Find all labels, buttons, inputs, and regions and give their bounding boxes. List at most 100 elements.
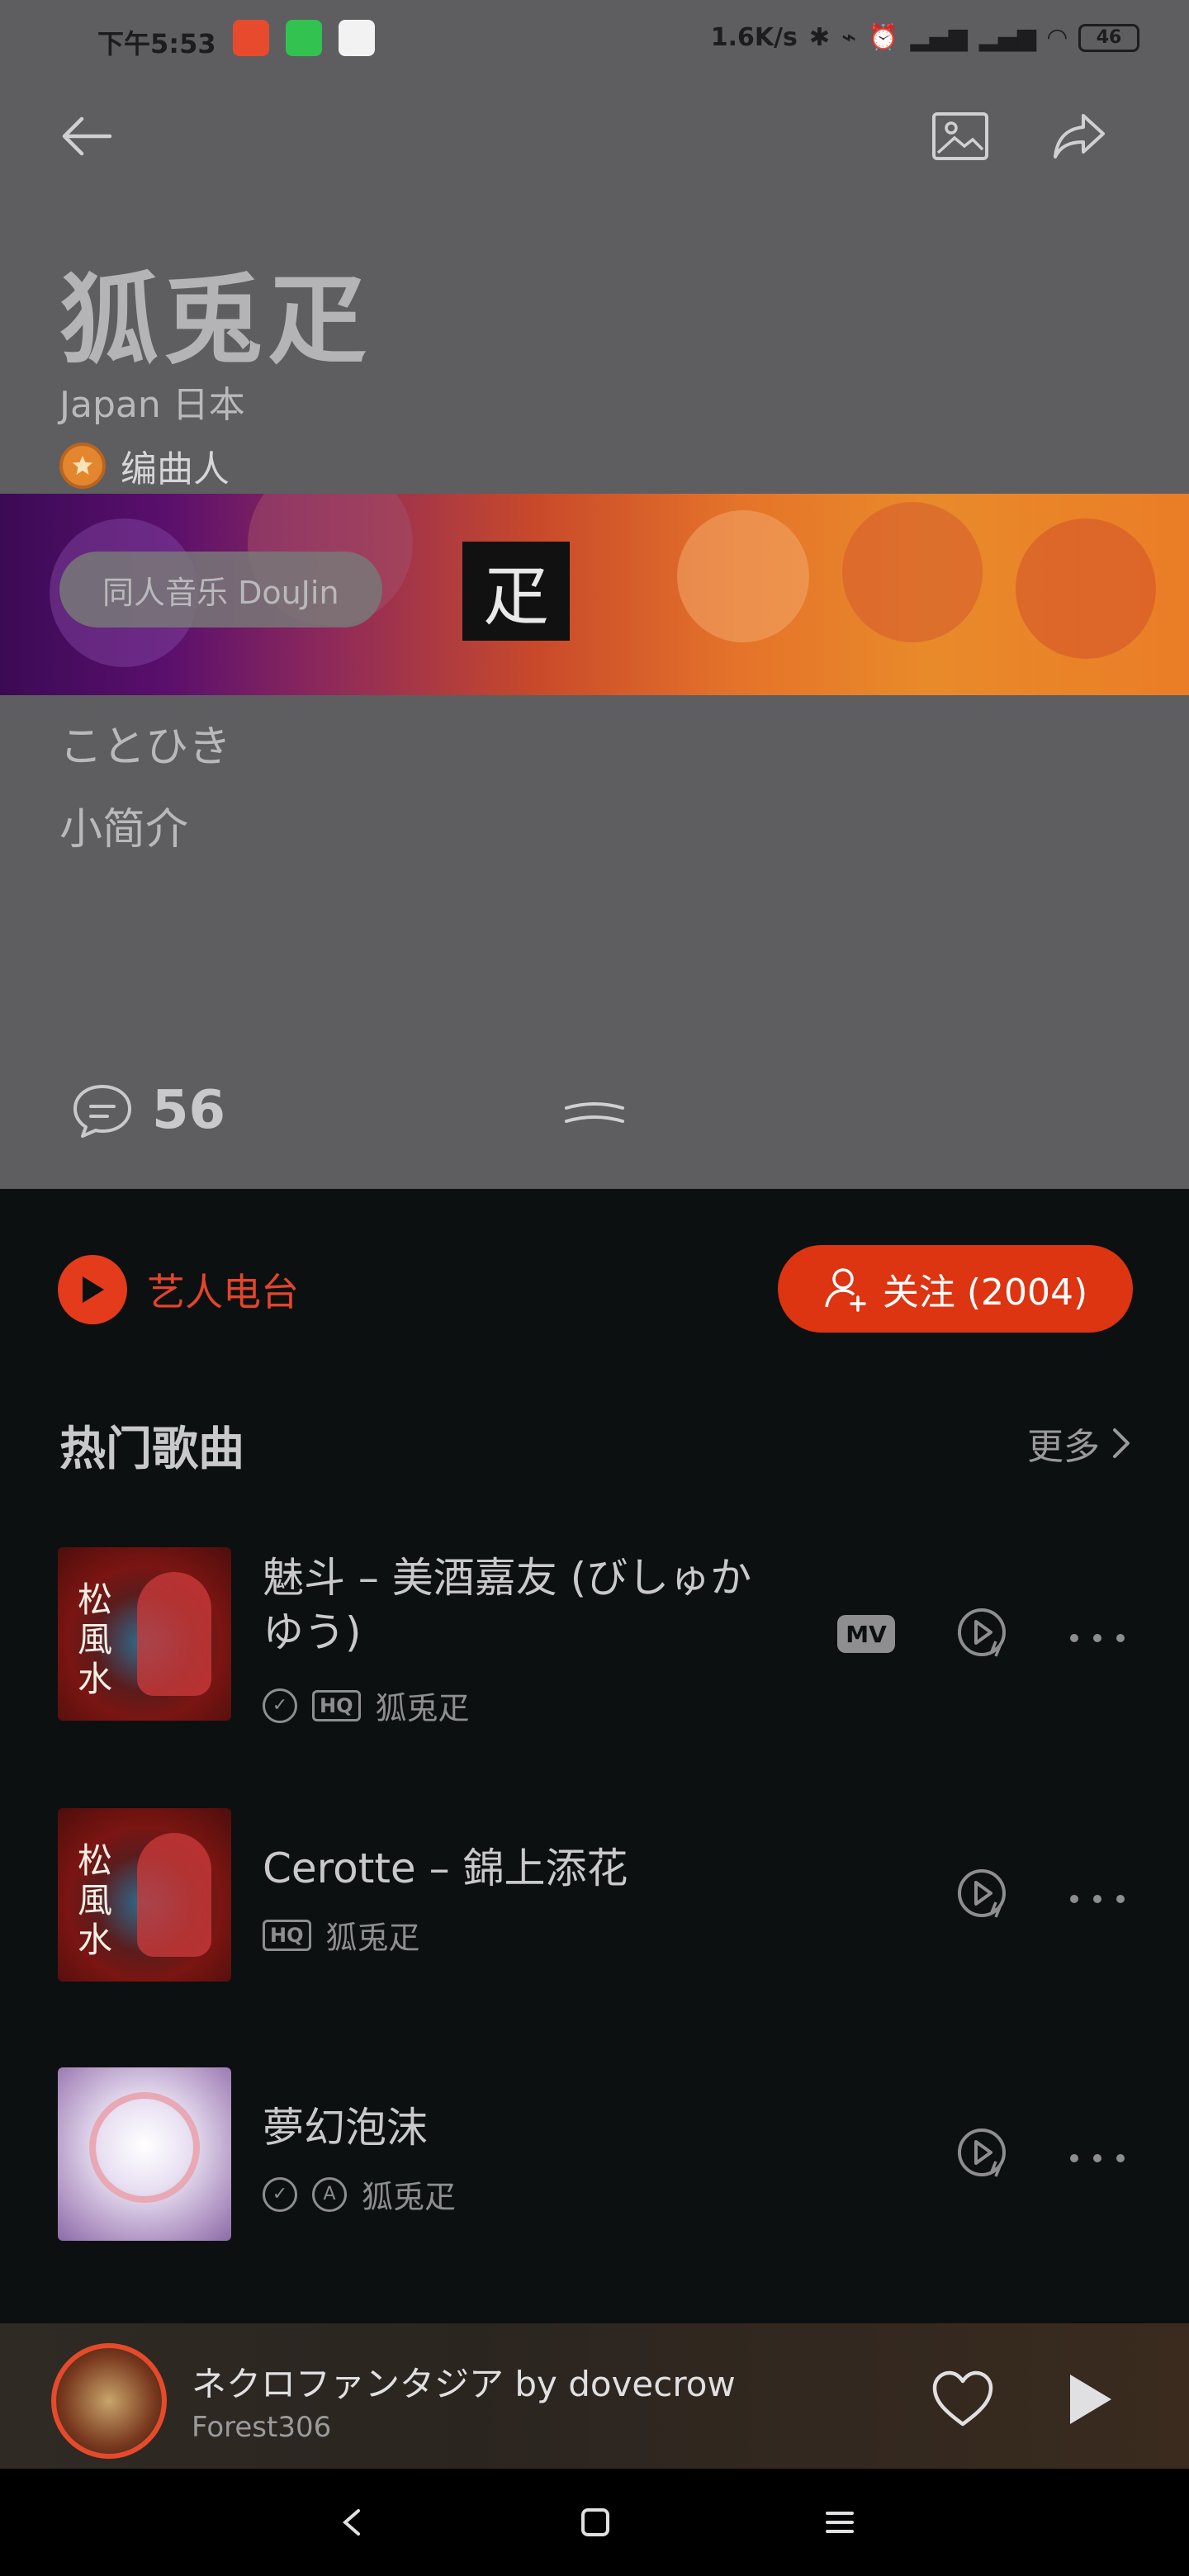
nav-back-button[interactable] xyxy=(322,2493,380,2551)
play-next-icon[interactable] xyxy=(955,1605,1012,1663)
now-playing-cover[interactable] xyxy=(51,2343,167,2459)
nav-home-icon xyxy=(581,2508,609,2536)
alarm-icon: ⏰ xyxy=(868,23,899,52)
album-cover xyxy=(58,2067,231,2241)
chevron-right-icon xyxy=(1113,1428,1130,1458)
song-meta: ✓ A 狐兎疋 xyxy=(263,2171,456,2217)
dot xyxy=(1116,1634,1125,1642)
artist-name: 狐兎疋 xyxy=(59,263,372,378)
now-playing-artist: Forest306 xyxy=(192,2411,332,2444)
wechat-notification-icon xyxy=(286,20,322,56)
artist-header: 下午5:53 1.6K/s ✱ ⌁ ⏰ ▂▄▆ ▂▄▆ ◠ 46 狐兎疋 Jap… xyxy=(0,0,1189,1189)
follow-label: 关注 (2004) xyxy=(882,1271,1088,1314)
status-indicators: 1.6K/s ✱ ⌁ ⏰ ▂▄▆ ▂▄▆ ◠ 46 xyxy=(711,23,1139,52)
share-icon xyxy=(1054,114,1105,159)
battery-icon: 46 xyxy=(1078,23,1139,52)
artist-radio-button[interactable]: 艺人电台 xyxy=(58,1255,299,1324)
banner-pattern xyxy=(677,510,809,642)
like-heart-icon[interactable] xyxy=(928,2365,997,2434)
net-speed: 1.6K/s xyxy=(710,23,798,52)
dot xyxy=(1093,2154,1101,2162)
cover-art: 松風水 xyxy=(78,1579,113,1699)
cover-image-button[interactable] xyxy=(923,99,997,173)
mute-icon: ⌁ xyxy=(841,23,857,52)
nav-menu-icon xyxy=(826,2512,854,2533)
dot xyxy=(1070,1895,1078,1903)
cover-art xyxy=(137,1572,211,1696)
song-meta: HQ 狐兎疋 xyxy=(263,1912,420,1958)
downloaded-check-icon: ✓ xyxy=(263,2176,297,2212)
intro-link[interactable]: 小简介 xyxy=(59,794,188,856)
back-arrow-icon xyxy=(62,116,112,156)
play-next-icon[interactable] xyxy=(955,2125,1012,2183)
share-button[interactable] xyxy=(1042,99,1116,173)
song-row[interactable]: 松風水 魅斗 – 美酒嘉友 (びしゅかゆう) ✓ HQ 狐兎疋 MV xyxy=(0,1547,1189,1729)
album-cover: 松風水 xyxy=(58,1808,231,1982)
nav-home-button[interactable] xyxy=(566,2493,624,2551)
mini-player[interactable]: ネクロファンタジア by dovecrow Forest306 xyxy=(0,2323,1189,2469)
hq-badge-icon: HQ xyxy=(263,1919,311,1951)
comment-count: 56 xyxy=(152,1080,226,1141)
original-audio-icon: A xyxy=(312,2176,347,2212)
dot xyxy=(1093,1895,1101,1903)
more-songs-link[interactable]: 更多 xyxy=(1027,1417,1131,1470)
banner-pattern xyxy=(1016,519,1156,659)
status-bar: 下午5:53 1.6K/s ✱ ⌁ ⏰ ▂▄▆ ▂▄▆ ◠ 46 xyxy=(0,0,1189,79)
hot-songs-title: 热门歌曲 xyxy=(59,1423,244,1476)
more-options-icon[interactable] xyxy=(1070,1630,1125,1646)
song-artist: 狐兎疋 xyxy=(375,1690,470,1726)
dot xyxy=(1093,1634,1101,1642)
song-row[interactable]: 夢幻泡沫 ✓ A 狐兎疋 xyxy=(0,2067,1189,2249)
dot xyxy=(1070,1634,1078,1642)
add-user-icon xyxy=(825,1268,866,1312)
song-row[interactable]: 松風水 Cerotte – 錦上添花 HQ 狐兎疋 xyxy=(0,1808,1189,1990)
song-title: 魅斗 – 美酒嘉友 (びしゅかゆう) xyxy=(263,1554,752,1656)
artist-role: 编曲人 xyxy=(59,439,230,492)
dot xyxy=(1070,2154,1078,2162)
song-title: 夢幻泡沫 xyxy=(263,2104,428,2152)
nav-menu-button[interactable] xyxy=(811,2493,869,2551)
cover-art xyxy=(137,1833,211,1957)
artist-region: Japan 日本 xyxy=(59,384,245,426)
follow-button[interactable]: 关注 (2004) xyxy=(778,1245,1133,1333)
qq-notification-icon xyxy=(339,20,375,56)
dot xyxy=(1116,1895,1125,1903)
banner-pattern xyxy=(842,502,983,642)
radio-label: 艺人电台 xyxy=(147,1270,299,1314)
image-icon xyxy=(932,112,988,160)
more-options-icon[interactable] xyxy=(1070,2150,1125,2166)
signal-icon-2: ▂▄▆ xyxy=(978,23,1036,52)
dot xyxy=(1116,2154,1125,2162)
comments-button[interactable]: 56 xyxy=(71,1080,225,1141)
genre-tag[interactable]: 同人音乐 DouJin xyxy=(59,552,382,627)
hq-badge-icon: HQ xyxy=(312,1689,361,1721)
wifi-icon: ◠ xyxy=(1047,23,1067,52)
app-notification-icon xyxy=(233,20,269,56)
signal-icon: ▂▄▆ xyxy=(910,23,968,52)
album-cover: 松風水 xyxy=(58,1547,231,1721)
radio-play-icon xyxy=(58,1255,127,1324)
artist-alias: ことひき xyxy=(59,722,232,772)
nav-back-icon xyxy=(342,2509,360,2536)
back-button[interactable] xyxy=(50,99,124,173)
song-meta: ✓ HQ 狐兎疋 xyxy=(263,1683,470,1728)
cover-art: 松風水 xyxy=(78,1840,113,1960)
cover-art xyxy=(89,2092,200,2203)
expand-chevron-icon[interactable] xyxy=(561,1098,628,1131)
banner-logo: 疋 xyxy=(462,542,570,641)
song-artist: 狐兎疋 xyxy=(362,2179,457,2215)
role-label: 编曲人 xyxy=(121,448,230,490)
system-nav-bar xyxy=(0,2469,1189,2576)
song-artist: 狐兎疋 xyxy=(325,1920,420,1956)
comment-icon xyxy=(73,1085,131,1138)
downloaded-check-icon: ✓ xyxy=(263,1688,297,1723)
status-time: 下午5:53 xyxy=(97,28,216,59)
mv-badge[interactable]: MV xyxy=(837,1615,895,1653)
more-options-icon[interactable] xyxy=(1070,1891,1125,1907)
play-icon[interactable] xyxy=(1057,2368,1120,2431)
play-next-icon[interactable] xyxy=(955,1866,1012,1924)
bluetooth-icon: ✱ xyxy=(808,23,831,52)
now-playing-title: ネクロファンタジア by dovecrow xyxy=(192,2364,736,2404)
star-badge-icon xyxy=(59,443,106,489)
more-label: 更多 xyxy=(1027,1426,1100,1468)
